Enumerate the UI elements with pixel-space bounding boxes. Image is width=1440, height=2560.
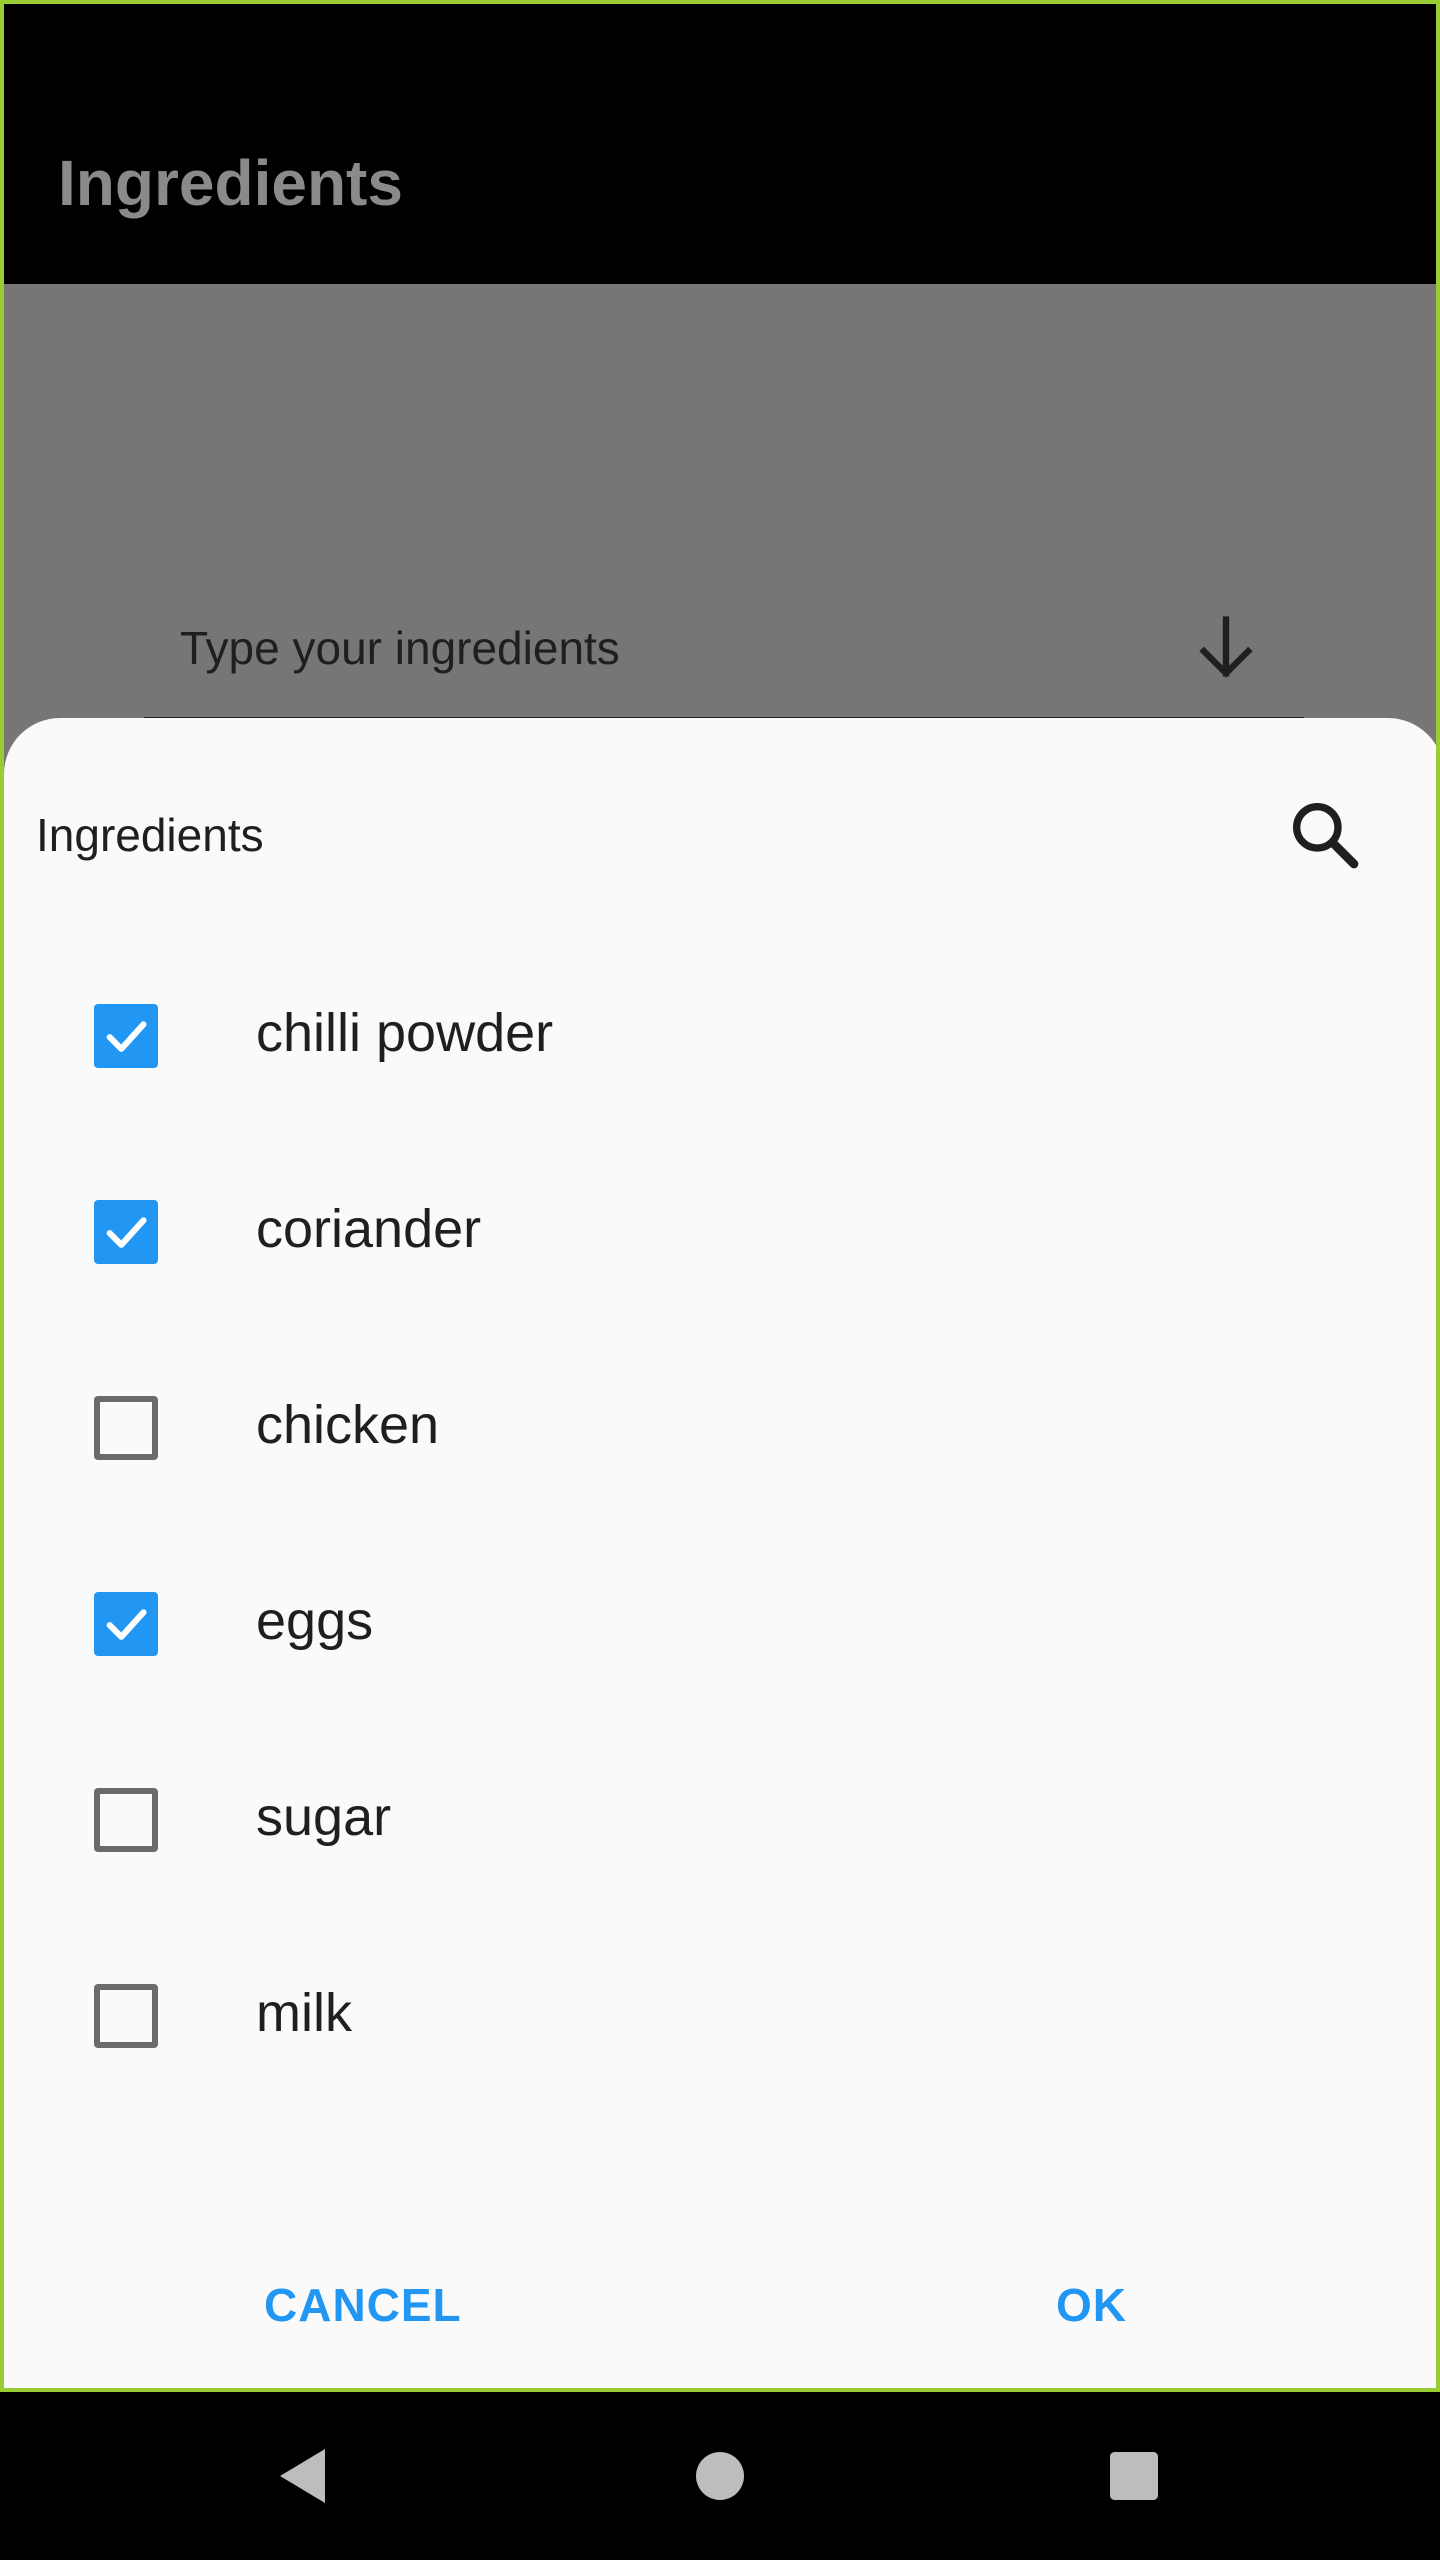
checkbox-checked[interactable] (94, 1004, 158, 1068)
cancel-button[interactable]: CANCEL (264, 2278, 462, 2332)
checkbox-checked[interactable] (94, 1592, 158, 1656)
check-icon (106, 1609, 147, 1640)
dialog-actions: CANCEL OK (4, 2258, 1436, 2378)
check-icon (106, 1021, 147, 1052)
ingredient-input[interactable] (180, 618, 1180, 678)
checkbox[interactable] (94, 1396, 158, 1460)
list-item-label: chilli powder (256, 1003, 554, 1063)
list-item[interactable]: sugar (4, 1722, 1436, 1918)
home-icon[interactable] (684, 2440, 756, 2512)
list-item-label: sugar (256, 1787, 392, 1847)
status-bar (4, 4, 1436, 84)
ingredients-dialog: Ingredients chilli powder coriander chicke… (4, 718, 1436, 2388)
list-item-label: chicken (256, 1395, 440, 1455)
back-icon[interactable] (268, 2440, 340, 2512)
list-item[interactable]: milk (4, 1918, 1436, 2106)
ok-button[interactable]: OK (1056, 2278, 1127, 2332)
arrow-down-icon[interactable] (1188, 610, 1264, 686)
page-title: Ingredients (58, 147, 403, 219)
ingredient-field[interactable] (144, 584, 1304, 720)
checkbox[interactable] (94, 1788, 158, 1852)
list-item[interactable]: coriander (4, 1134, 1436, 1330)
checkbox[interactable] (94, 1984, 158, 2048)
list-item[interactable]: chilli powder (4, 938, 1436, 1134)
list-item-label: milk (256, 1983, 352, 2043)
check-icon (106, 1217, 147, 1248)
list-item-label: eggs (256, 1591, 374, 1651)
ingredient-list[interactable]: chilli powder coriander chicken eggs sugar mi… (4, 938, 1436, 2106)
list-item-label: coriander (256, 1199, 482, 1259)
checkbox-checked[interactable] (94, 1200, 158, 1264)
list-item[interactable]: eggs (4, 1526, 1436, 1722)
recent-apps-icon[interactable] (1098, 2440, 1170, 2512)
app-screen: Ingredients Ingredients chilli powder cor… (0, 0, 1440, 2392)
navigation-bar (0, 2392, 1440, 2560)
dialog-title: Ingredients (36, 809, 264, 861)
search-icon[interactable] (1284, 794, 1364, 874)
list-item[interactable]: chicken (4, 1330, 1436, 1526)
app-bar: Ingredients (4, 84, 1436, 284)
